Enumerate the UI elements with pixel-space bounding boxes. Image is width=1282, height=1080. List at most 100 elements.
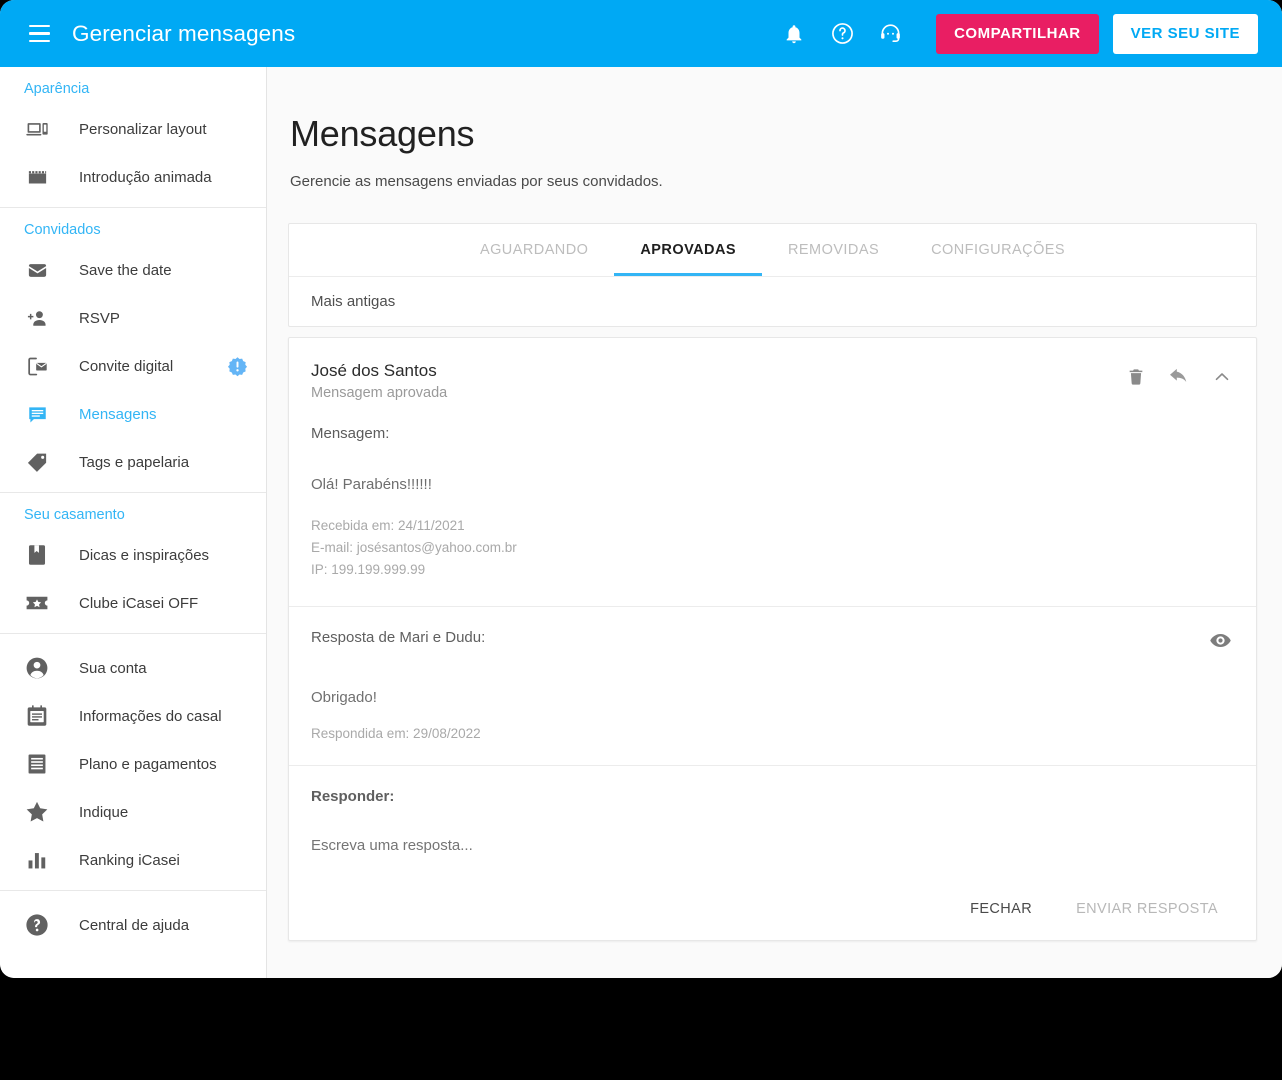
sidebar-item-central-de-ajuda[interactable]: Central de ajuda (0, 901, 266, 949)
sidebar-item-label: Plano e pagamentos (79, 755, 217, 773)
sidebar-item-sua-conta[interactable]: Sua conta (0, 644, 266, 692)
hamburger-menu-icon[interactable] (22, 17, 56, 51)
reply-icon[interactable] (1168, 366, 1190, 388)
page-title: Mensagens (290, 113, 475, 154)
delete-icon[interactable] (1126, 367, 1146, 387)
reply-body: Obrigado! (311, 688, 377, 706)
receipt-icon (28, 754, 46, 774)
sidebar-group-account: Sua conta Informações do casal Plano e p… (0, 634, 266, 891)
reply-date: Respondida em: 29/08/2022 (311, 725, 481, 741)
help-circle-icon (26, 914, 48, 936)
sort-selector[interactable]: Mais antigas (289, 277, 1256, 326)
tag-icon (24, 449, 50, 475)
sidebar-item-label: Sua conta (79, 659, 147, 677)
sidebar-item-plano-e-pagamentos[interactable]: Plano e pagamentos (0, 740, 266, 788)
message-header-text: José dos Santos Mensagem aprovada (311, 360, 1126, 401)
sidebar-group-help: Central de ajuda (0, 891, 266, 949)
sidebar-item-label: Central de ajuda (79, 916, 190, 934)
view-site-button[interactable]: VER SEU SITE (1112, 13, 1258, 54)
sidebar-item-mensagens[interactable]: Mensagens (0, 390, 266, 438)
hamburger-bar (28, 32, 50, 35)
share-button[interactable]: COMPARTILHAR (936, 13, 1099, 54)
sidebar-group-seu-casamento: Seu casamento Dicas e inspirações Clube … (0, 493, 266, 634)
star-icon (26, 801, 48, 822)
devices-icon (24, 116, 50, 142)
alert-badge-icon (227, 356, 248, 377)
sidebar-item-label: Introdução animada (79, 168, 212, 186)
sidebar-item-label: Clube iCasei OFF (79, 594, 199, 612)
main-content: Mensagens Gerencie as mensagens enviadas… (267, 67, 1282, 978)
sidebar-group-title: Aparência (24, 81, 90, 97)
app-window: Gerenciar mensagens COMPARTILHAR VER SEU… (0, 0, 1282, 978)
sidebar-item-clube-icasei-off[interactable]: Clube iCasei OFF (0, 579, 266, 627)
sidebar-item-label: Save the date (79, 261, 172, 279)
reply-header: Resposta de Mari e Dudu: (311, 629, 1232, 652)
message-author: José dos Santos (311, 361, 437, 380)
sidebar-item-label: Dicas e inspirações (79, 546, 210, 564)
sidebar-item-convite-digital[interactable]: Convite digital (0, 342, 266, 390)
tab-configuracoes[interactable]: CONFIGURAÇÕES (905, 224, 1091, 276)
sidebar-item-label: RSVP (79, 309, 120, 327)
close-button[interactable]: FECHAR (956, 892, 1046, 926)
message-received-at: Recebida em: 24/11/2021 (311, 517, 465, 533)
book-bookmark-icon (28, 545, 46, 565)
top-app-bar: Gerenciar mensagens COMPARTILHAR VER SEU… (0, 0, 1282, 67)
message-label: Mensagem: (311, 424, 390, 442)
sidebar-item-personalizar-layout[interactable]: Personalizar layout (0, 105, 266, 153)
tab-bar: AGUARDANDO APROVADAS REMOVIDAS CONFIGURA… (289, 224, 1256, 277)
bar-chart-icon (28, 853, 46, 869)
sidebar-item-ranking-icasei[interactable]: Ranking iCasei (0, 836, 266, 884)
topbar-actions: COMPARTILHAR VER SEU SITE (770, 10, 1258, 58)
sidebar-item-label: Personalizar layout (79, 120, 207, 138)
sidebar-item-label: Ranking iCasei (79, 851, 180, 869)
clapperboard-icon (24, 164, 50, 190)
sidebar-group-title: Convidados (24, 222, 101, 238)
tab-aguardando[interactable]: AGUARDANDO (454, 224, 614, 276)
responder-section: Responder: (289, 766, 1256, 879)
message-meta: Recebida em: 24/11/2021 E-mail: josésant… (311, 515, 1232, 582)
message-section: José dos Santos Mensagem aprovada Mensag… (289, 338, 1256, 606)
sidebar-group-title: Seu casamento (24, 507, 125, 523)
sidebar-item-label: Convite digital (79, 357, 174, 375)
message-ip: IP: 199.199.999.99 (311, 562, 426, 578)
eye-icon[interactable] (1209, 629, 1232, 652)
contact-card-icon (27, 705, 47, 726)
sidebar-item-label: Tags e papelaria (79, 453, 190, 471)
support-headset-icon[interactable] (866, 10, 914, 58)
sidebar-item-informacoes-do-casal[interactable]: Informações do casal (0, 692, 266, 740)
sidebar-item-indique[interactable]: Indique (0, 788, 266, 836)
hamburger-bar (28, 39, 50, 43)
sidebar-item-dicas-e-inspiracoes[interactable]: Dicas e inspirações (0, 531, 266, 579)
reply-input[interactable] (311, 836, 1232, 854)
account-circle-icon (26, 657, 48, 679)
sidebar-item-label: Mensagens (79, 405, 157, 423)
sidebar-item-introducao-animada[interactable]: Introdução animada (0, 153, 266, 201)
tab-aprovadas[interactable]: APROVADAS (614, 224, 762, 276)
message-card: José dos Santos Mensagem aprovada Mensag… (288, 337, 1257, 941)
tabs-card: AGUARDANDO APROVADAS REMOVIDAS CONFIGURA… (288, 223, 1257, 327)
sidebar-item-label: Informações do casal (79, 707, 222, 725)
tab-removidas[interactable]: REMOVIDAS (762, 224, 905, 276)
sidebar-item-save-the-date[interactable]: Save the date (0, 246, 266, 294)
send-reply-button[interactable]: ENVIAR RESPOSTA (1062, 892, 1232, 926)
page-subtitle: Gerencie as mensagens enviadas por seus … (290, 173, 663, 190)
sidebar-item-label: Indique (79, 803, 129, 821)
card-footer: FECHAR ENVIAR RESPOSTA (289, 879, 1256, 940)
message-status: Mensagem aprovada (311, 384, 448, 401)
notifications-icon[interactable] (770, 10, 818, 58)
message-actions (1126, 360, 1232, 388)
help-icon[interactable] (818, 10, 866, 58)
sidebar-group-aparencia: Aparência Personalizar layout Introdução… (0, 67, 266, 208)
envelope-icon (24, 257, 50, 283)
message-body: Olá! Parabéns!!!!!! (311, 475, 432, 493)
sidebar-item-tags-e-papelaria[interactable]: Tags e papelaria (0, 438, 266, 486)
person-add-icon (24, 305, 50, 331)
sidebar-group-convidados: Convidados Save the date RSVP Convite di… (0, 208, 266, 493)
sidebar-item-rsvp[interactable]: RSVP (0, 294, 266, 342)
chevron-up-icon[interactable] (1212, 367, 1232, 387)
reply-label: Resposta de Mari e Dudu: (311, 628, 486, 646)
hamburger-bar (28, 24, 50, 28)
chat-bubble-icon (24, 401, 50, 427)
message-header: José dos Santos Mensagem aprovada (311, 360, 1232, 401)
ticket-star-icon (26, 596, 48, 610)
